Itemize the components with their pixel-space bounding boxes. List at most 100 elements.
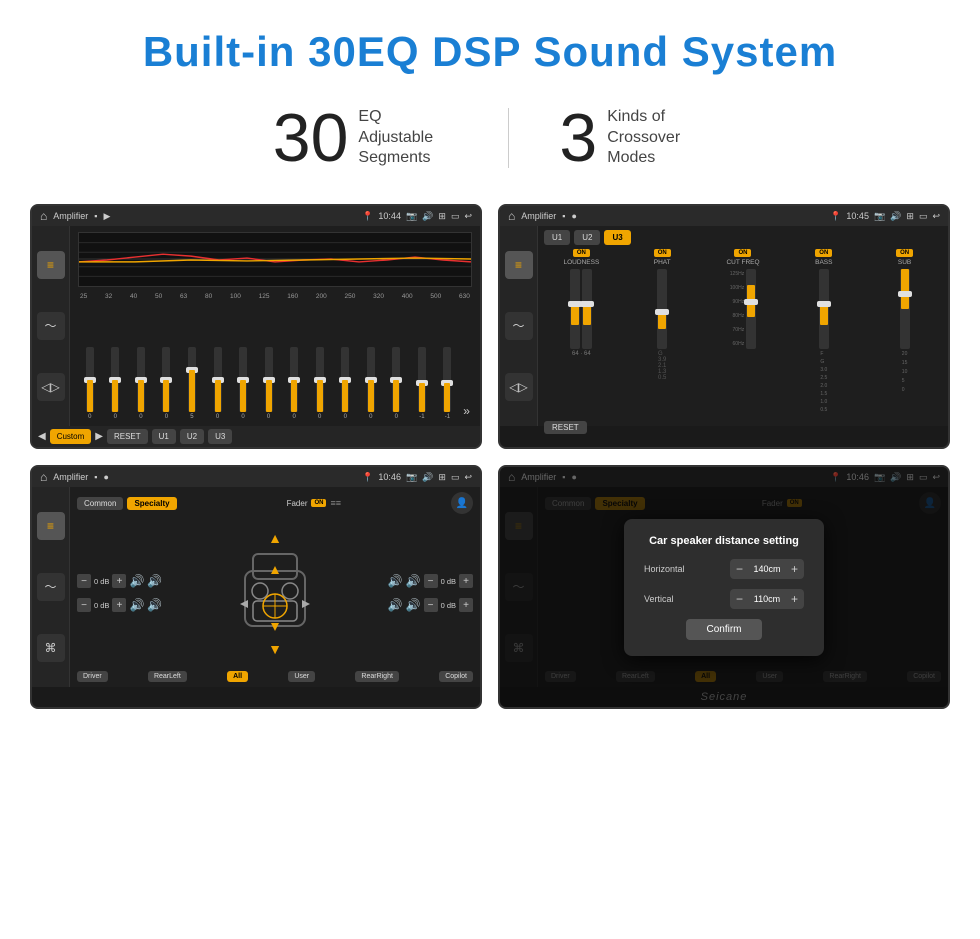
eq-slider-15: -1 [436, 347, 460, 420]
home-icon-3[interactable]: ⌂ [40, 470, 47, 484]
grid-icon: ⊞ [438, 211, 446, 222]
sidebar-eq-icon-2[interactable]: ≡ [505, 251, 533, 279]
eq-u3-btn[interactable]: U3 [208, 429, 232, 444]
right-channels: 🔊 🔊 − 0 dB + 🔊 🔊 − 0 dB + [388, 519, 473, 667]
crossover-reset-btn[interactable]: RESET [544, 421, 587, 434]
copilot-btn[interactable]: Copilot [439, 671, 473, 682]
sidebar-vol-icon-2[interactable]: ◁▷ [505, 373, 533, 401]
speaker-icon-tr: 🔊 [388, 574, 403, 588]
vertical-value: 110cm [747, 594, 787, 604]
ch-br-plus[interactable]: + [459, 598, 473, 612]
app-name-crossover: Amplifier [521, 211, 556, 221]
screen-eq: ⌂ Amplifier ▪ ▶ 📍 10:44 📷 🔊 ⊞ ▭ ↩ ≡ 〜 ◁▷ [30, 204, 482, 449]
position-btns-row1: Driver RearLeft All User RearRight Copil… [77, 671, 473, 682]
fader-up-btn[interactable]: ▲ [268, 530, 282, 546]
dialog-title: Car speaker distance setting [644, 535, 804, 547]
status-bar-crossover: ⌂ Amplifier ▪ ● 📍 10:45 📷 🔊 ⊞ ▭ ↩ [500, 206, 948, 226]
sidebar-icons-eq: ≡ 〜 ◁▷ [32, 226, 70, 426]
sidebar-wave-icon-3[interactable]: 〜 [37, 573, 65, 601]
crossover-u2-btn[interactable]: U2 [574, 230, 600, 245]
vertical-value-ctrl: − 110cm + [730, 589, 804, 609]
vertical-minus-btn[interactable]: − [736, 592, 743, 606]
ch-bl: − 0 dB + 🔊 🔊 [77, 598, 162, 612]
horizontal-plus-btn[interactable]: + [791, 562, 798, 576]
ch-tr-plus[interactable]: + [459, 574, 473, 588]
ch-bl-plus[interactable]: + [112, 598, 126, 612]
eq-next-btn[interactable]: ▶ [95, 431, 103, 442]
sidebar-vol-icon[interactable]: ◁▷ [37, 373, 65, 401]
sidebar-bt-icon[interactable]: ⌘ [37, 634, 65, 662]
eq-slider-1: 0 [78, 347, 102, 420]
speaker-top-row: Common Specialty Fader ON ≡≡ 👤 [77, 492, 473, 514]
eq-custom-btn[interactable]: Custom [50, 429, 92, 444]
eq-slider-13: 0 [385, 347, 409, 420]
window-icon-3: ▭ [451, 472, 460, 483]
bass-sliders [819, 269, 829, 349]
eq-u2-btn[interactable]: U2 [180, 429, 204, 444]
speaker-icon-tr2: 🔊 [406, 574, 421, 588]
speaker-icon-bl: 🔊 [129, 598, 144, 612]
vertical-plus-btn[interactable]: + [791, 592, 798, 606]
eq-u1-btn[interactable]: U1 [152, 429, 176, 444]
eq-slider-12: 0 [359, 347, 383, 420]
ch-bl-minus[interactable]: − [77, 598, 91, 612]
eq-reset-btn[interactable]: RESET [107, 429, 148, 444]
loudness-sliders [570, 269, 592, 349]
crossover-bands: ON LOUDNESS 64 · 64 [544, 249, 942, 413]
loudness-values: 64 · 64 [572, 351, 591, 357]
dialog-overlay: Car speaker distance setting Horizontal … [500, 467, 948, 707]
eq-prev-btn[interactable]: ◀ [38, 431, 46, 442]
status-left-speaker: ⌂ Amplifier ▪ ● [40, 470, 109, 484]
car-diagram-container: ▲ [168, 519, 381, 667]
app-name-speaker: Amplifier [53, 472, 88, 482]
screen-body-eq: ≡ 〜 ◁▷ [32, 226, 480, 426]
driver-btn[interactable]: Driver [77, 671, 108, 682]
ch-tr-db: 0 dB [441, 577, 456, 586]
sidebar-icons-speaker: ≡ 〜 ⌘ [32, 487, 70, 687]
eq-sliders-row: 0 0 0 0 5 [78, 304, 472, 420]
confirm-button[interactable]: Confirm [686, 619, 761, 640]
band-loudness: ON LOUDNESS 64 · 64 [544, 249, 619, 413]
eq-arrows[interactable]: » [461, 402, 472, 420]
stat-eq-segments: 30 EQ AdjustableSegments [223, 104, 509, 172]
speaker-icon-tl: 🔊 [129, 574, 144, 588]
speaker-specialty-btn[interactable]: Specialty [127, 497, 176, 510]
ch-tr-minus[interactable]: − [424, 574, 438, 588]
back-icon-3[interactable]: ↩ [464, 472, 472, 483]
grid-icon-3: ⊞ [438, 472, 446, 483]
ch-br-minus[interactable]: − [424, 598, 438, 612]
eq-controls: ◀ Custom ▶ RESET U1 U2 U3 [32, 426, 480, 447]
ch-tl-plus[interactable]: + [112, 574, 126, 588]
sub-sliders [900, 269, 910, 349]
media-icon-2: ▪ [562, 211, 565, 221]
play-icon-small: ▶ [103, 211, 110, 222]
ch-tl-minus[interactable]: − [77, 574, 91, 588]
rearleft-btn[interactable]: RearLeft [148, 671, 187, 682]
fader-down-btn[interactable]: ▼ [268, 641, 282, 657]
sidebar-wave-icon[interactable]: 〜 [37, 312, 65, 340]
crossover-u1-btn[interactable]: U1 [544, 230, 570, 245]
crossover-presets: U1 U2 U3 [544, 230, 942, 245]
sidebar-eq-icon-3[interactable]: ≡ [37, 512, 65, 540]
location-icon-3: 📍 [362, 472, 373, 483]
band-bass: ON BASS FG3.02.52.01.51.00.5 [786, 249, 861, 413]
horizontal-minus-btn[interactable]: − [736, 562, 743, 576]
status-bar-speaker: ⌂ Amplifier ▪ ● 📍 10:46 📷 🔊 ⊞ ▭ ↩ [32, 467, 480, 487]
all-btn[interactable]: All [227, 671, 248, 682]
sidebar-wave-icon-2[interactable]: 〜 [505, 312, 533, 340]
fader-control: Fader ON ≡≡ [287, 498, 341, 508]
home-icon-2[interactable]: ⌂ [508, 209, 515, 223]
back-icon[interactable]: ↩ [464, 211, 472, 222]
cutfreq-sliders: 125Hz100Hz90Hz80Hz70Hz60Hz [730, 269, 756, 349]
page-header: Built-in 30EQ DSP Sound System [0, 0, 980, 86]
back-icon-2[interactable]: ↩ [932, 211, 940, 222]
screen-speaker: ⌂ Amplifier ▪ ● 📍 10:46 📷 🔊 ⊞ ▭ ↩ ≡ 〜 ⌘ [30, 465, 482, 709]
speaker-icon-br: 🔊 [388, 598, 403, 612]
user-btn[interactable]: User [288, 671, 315, 682]
sidebar-eq-icon[interactable]: ≡ [37, 251, 65, 279]
crossover-u3-btn[interactable]: U3 [604, 230, 630, 245]
speaker-common-btn[interactable]: Common [77, 497, 123, 510]
home-icon[interactable]: ⌂ [40, 209, 47, 223]
band-sub: ON SUB 20151050 [867, 249, 942, 413]
rearright-btn[interactable]: RearRight [355, 671, 399, 682]
